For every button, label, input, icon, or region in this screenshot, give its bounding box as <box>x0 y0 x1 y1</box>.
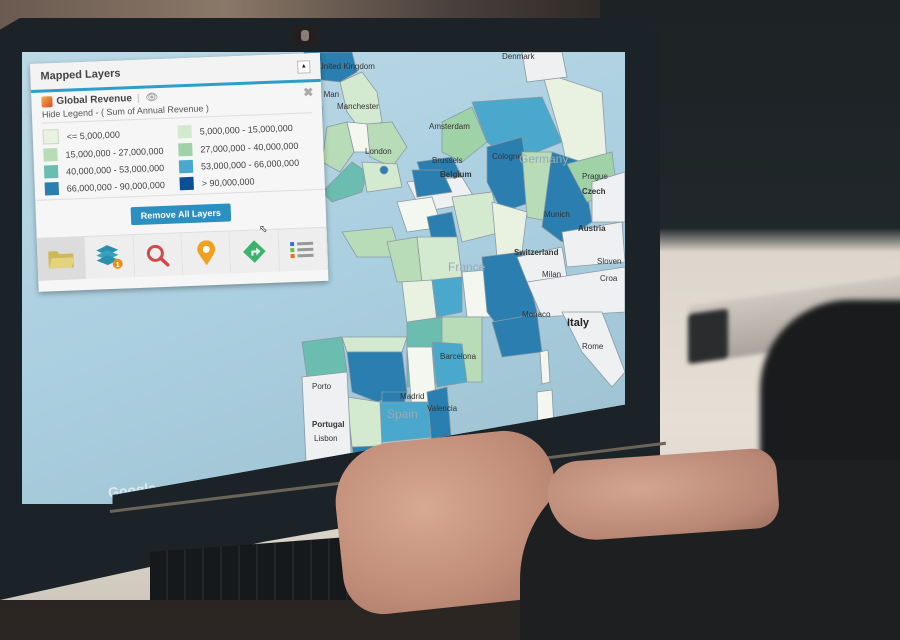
map-label-milan: Milan <box>542 270 562 279</box>
region-corsica <box>539 349 551 385</box>
legend-swatch <box>179 176 194 191</box>
layer-name[interactable]: Global Revenue <box>56 93 132 107</box>
folder-button[interactable] <box>36 237 87 281</box>
search-button[interactable] <box>133 233 184 278</box>
legend-swatch <box>43 148 58 162</box>
region-catalonia <box>431 341 468 388</box>
folder-icon <box>47 251 75 269</box>
legend-swatch <box>177 124 192 139</box>
map-label-madrid: Madrid <box>400 392 425 401</box>
map-label-spain: Spain <box>387 407 418 421</box>
right-hand <box>545 447 781 543</box>
map-pin-icon <box>196 240 215 266</box>
legend-swatch <box>42 128 60 145</box>
legend-label: 66,000,000 - 90,000,000 <box>66 179 166 194</box>
map-label-portugal: Portugal <box>312 420 345 429</box>
map-label-brussels: Brussels <box>432 156 463 165</box>
map-label-porto: Porto <box>312 382 332 391</box>
region-galicia <box>301 336 348 378</box>
legend-label: 5,000,000 - 15,000,000 <box>199 122 293 137</box>
region-cantabria <box>341 336 408 353</box>
map-label-denmark: Denmark <box>502 52 535 61</box>
map-label-austria: Austria <box>578 224 606 233</box>
region-east-england <box>366 121 408 168</box>
map-pin-button[interactable] <box>181 231 232 276</box>
legend-swatch <box>178 159 194 174</box>
region-extremadura <box>346 396 383 448</box>
map-label-munich: Munich <box>544 210 570 219</box>
region-provence <box>491 313 543 358</box>
remove-all-layers-button[interactable]: Remove All Layers <box>130 203 232 226</box>
legend-swatch <box>44 181 60 196</box>
legend-label: > 90,000,000 <box>201 175 255 188</box>
map-label-barcelona: Barcelona <box>440 352 477 361</box>
map-label-valencia: Valencia <box>427 404 458 413</box>
map-label-germany: Germany <box>519 152 569 166</box>
map-label-belgium: Belgium <box>440 170 472 179</box>
region-london <box>379 165 389 175</box>
legend-item: 40,000,000 - 53,000,000 <box>43 160 179 179</box>
layers-icon: 1 <box>96 245 123 269</box>
legend-label: 40,000,000 - 53,000,000 <box>65 162 165 177</box>
mouse-cursor-icon: ⬁ <box>259 224 268 235</box>
directions-button[interactable] <box>229 229 280 274</box>
eye-icon[interactable]: 👁 <box>145 92 158 103</box>
legend-label: 53,000,000 - 66,000,000 <box>200 157 300 172</box>
legend-item: 5,000,000 - 15,000,000 <box>177 119 312 139</box>
separator: | <box>136 92 140 104</box>
legend-item: 53,000,000 - 66,000,000 <box>178 155 314 174</box>
legend-label: 27,000,000 - 40,000,000 <box>200 140 299 155</box>
map-label-czech: Czech <box>582 187 606 196</box>
map-label-amsterdam: Amsterdam <box>429 122 470 131</box>
legend-label: 15,000,000 - 27,000,000 <box>65 145 164 160</box>
legend-list-icon <box>290 241 314 259</box>
svg-text:1: 1 <box>116 262 120 269</box>
region-limousin <box>431 276 463 318</box>
region-pays-de-loire <box>386 236 423 283</box>
triangle-up-icon[interactable]: ▲ <box>297 59 311 74</box>
region-sw-england <box>321 161 368 203</box>
search-icon <box>147 244 170 267</box>
map-label-monaco: Monaco <box>522 310 551 319</box>
map-label-prague: Prague <box>582 172 608 181</box>
legend-swatch <box>178 142 193 157</box>
legend-item: 15,000,000 - 27,000,000 <box>43 143 178 162</box>
map-label-united-kingdom: United Kingdom <box>318 62 375 71</box>
webcam-icon <box>292 26 318 46</box>
map-label-france: France <box>448 260 486 274</box>
map-label-slovenia: Sloven <box>597 257 622 266</box>
map-label-manchester: Manchester <box>337 102 379 111</box>
panel-title: Mapped Layers <box>40 67 121 83</box>
map-label-switzerland: Switzerland <box>514 248 559 257</box>
close-icon[interactable]: ✖ <box>303 85 314 99</box>
mapped-layers-panel: Mapped Layers ▲ Global Revenue | 👁 ✖ Hid… <box>30 52 329 292</box>
map-label-rome: Rome <box>582 342 604 351</box>
map-label-lisbon: Lisbon <box>314 434 338 443</box>
map-label-london: London <box>365 147 392 156</box>
layer-icon <box>41 96 53 108</box>
layers-button[interactable]: 1 <box>85 235 135 279</box>
map-label-cologne: Cologne <box>492 152 522 161</box>
legend-item: 66,000,000 - 90,000,000 <box>44 177 180 196</box>
legend-item: > 90,000,000 <box>179 172 314 191</box>
legend-item: 27,000,000 - 40,000,000 <box>178 138 313 157</box>
map-label-croatia: Croa <box>600 274 618 283</box>
map-label-italy: Italy <box>567 317 590 329</box>
legend: <= 5,000,000 5,000,000 - 15,000,000 15,0… <box>32 113 325 200</box>
region-poitou <box>401 279 438 325</box>
legend-item: <= 5,000,000 <box>42 124 178 145</box>
legend-swatch <box>43 165 59 179</box>
legend-label: <= 5,000,000 <box>66 129 121 142</box>
legend-list-button[interactable] <box>278 227 329 272</box>
directions-icon <box>243 240 266 263</box>
